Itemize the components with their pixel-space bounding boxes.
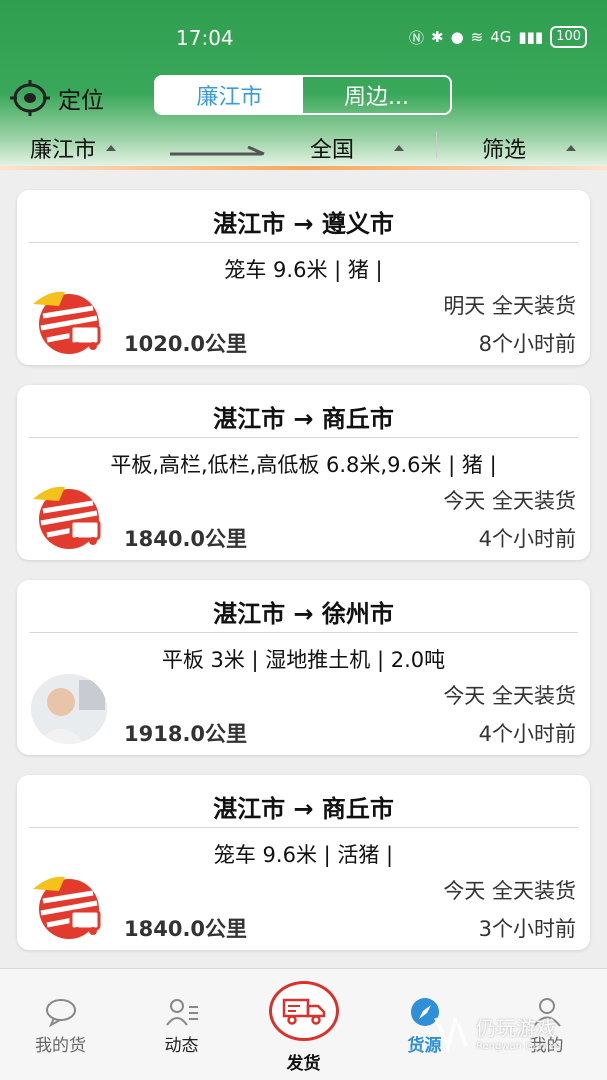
watermark: 仍玩游戏 Rengwan Games — [432, 1012, 560, 1052]
vehicle-spec: 笼车 9.6米 | 活猪 | — [213, 843, 394, 867]
filter-label: 筛选 — [482, 138, 527, 163]
route-title: 湛江市 → 遵义市 — [213, 210, 394, 238]
bluetooth-icon: ✱ — [430, 28, 444, 46]
nfc-icon: Ⓝ — [408, 28, 424, 47]
cargo-card[interactable]: 湛江市 → 商丘市 平板,高栏,低栏,高低板 6.8米,9.6米 | 猪 | 今… — [17, 385, 590, 560]
divider — [29, 437, 578, 438]
person-photo-icon — [31, 674, 107, 744]
triangle-up-icon — [566, 145, 577, 151]
status-bar: 17:04 Ⓝ ✱ ● ≋ 4G ▮▮▮ 100 — [0, 22, 607, 54]
divider — [436, 132, 437, 158]
ship-button[interactable] — [268, 981, 339, 1041]
vehicle-spec: 笼车 9.6米 | 猪 | — [224, 258, 383, 282]
watermark-title: 仍玩游戏 — [476, 1016, 556, 1040]
signal-icon: ▮▮▮ — [518, 28, 544, 46]
nav-my-cargo[interactable]: 我的货 — [0, 969, 121, 1080]
filter-button[interactable]: 筛选 — [482, 132, 577, 164]
wifi-icon: ≋ — [470, 28, 484, 46]
divider — [0, 166, 607, 170]
location-pin-icon: ● — [450, 28, 464, 46]
nav-label: 动态 — [164, 1036, 199, 1056]
divider — [29, 632, 578, 633]
to-city-label: 全国 — [310, 138, 355, 163]
cargo-card[interactable]: 湛江市 → 遵义市 笼车 9.6米 | 猪 | 明天 全天装货 1020.0公里… — [17, 190, 590, 365]
nav-ship[interactable]: 发货 — [243, 969, 364, 1080]
distance: 1918.0公里 — [124, 722, 248, 746]
load-time: 今天 全天装货 — [443, 489, 576, 513]
divider — [29, 827, 578, 828]
vehicle-spec: 平板,高栏,低栏,高低板 6.8米,9.6米 | 猪 | — [110, 453, 497, 477]
posted-time: 4个小时前 — [478, 722, 576, 746]
distance: 1840.0公里 — [124, 917, 248, 941]
filter-bar: 廉江市 全国 筛选 — [0, 128, 607, 166]
truck-icon — [282, 998, 325, 1025]
avatar — [31, 674, 107, 744]
nav-label: 发货 — [286, 1054, 321, 1074]
crosshair-icon — [10, 80, 50, 116]
triangle-up-icon — [106, 145, 117, 151]
to-city-dropdown[interactable]: 全国 — [310, 132, 405, 164]
posted-time: 8个小时前 — [478, 332, 576, 356]
distance: 1840.0公里 — [124, 527, 248, 551]
status-time: 17:04 — [176, 26, 234, 50]
battery-icon: 100 — [550, 26, 587, 48]
cargo-card[interactable]: 湛江市 → 徐州市 平板 3米 | 湿地推土机 | 2.0吨 今天 全天装货 1… — [17, 580, 590, 755]
logo-icon — [33, 486, 101, 549]
route-title: 湛江市 → 商丘市 — [213, 405, 394, 433]
distance: 1020.0公里 — [124, 332, 248, 356]
logo-icon — [33, 291, 101, 354]
signal-label: 4G — [490, 28, 512, 46]
from-city-dropdown[interactable]: 廉江市 — [30, 132, 117, 164]
users-list-icon — [165, 999, 198, 1026]
load-time: 今天 全天装货 — [443, 879, 576, 903]
location-tabs: 廉江市 周边... — [154, 75, 452, 115]
locate-label: 定位 — [58, 88, 104, 114]
watermark-logo-icon — [434, 1017, 468, 1052]
posted-time: 4个小时前 — [478, 527, 576, 551]
watermark-text: 仍玩游戏 Rengwan Games — [476, 1012, 560, 1052]
triangle-up-icon — [394, 145, 405, 151]
header: 17:04 Ⓝ ✱ ● ≋ 4G ▮▮▮ 100 定位 廉江市 周边... 廉江… — [0, 0, 607, 170]
load-time: 今天 全天装货 — [443, 684, 576, 708]
vehicle-spec: 平板 3米 | 湿地推土机 | 2.0吨 — [161, 648, 446, 672]
chat-icon — [45, 999, 76, 1027]
posted-time: 3个小时前 — [478, 917, 576, 941]
nav-label: 我的货 — [35, 1036, 86, 1056]
route-title: 湛江市 → 徐州市 — [213, 600, 394, 628]
tab-nearby[interactable]: 周边... — [303, 77, 450, 113]
watermark-subtitle: Rengwan Games — [476, 1041, 561, 1052]
nav-activity[interactable]: 动态 — [121, 969, 242, 1080]
load-time: 明天 全天装货 — [443, 294, 576, 318]
tab-city[interactable]: 廉江市 — [156, 77, 303, 113]
logo-icon — [33, 876, 101, 939]
divider — [29, 242, 578, 243]
from-city-label: 廉江市 — [30, 138, 97, 163]
status-icons: Ⓝ ✱ ● ≋ 4G ▮▮▮ 100 — [409, 26, 587, 48]
locate-button[interactable]: 定位 — [10, 80, 104, 116]
arrow-right-icon — [170, 146, 265, 156]
route-title: 湛江市 → 商丘市 — [213, 795, 394, 823]
cargo-card[interactable]: 湛江市 → 商丘市 笼车 9.6米 | 活猪 | 今天 全天装货 1840.0公… — [17, 775, 590, 950]
